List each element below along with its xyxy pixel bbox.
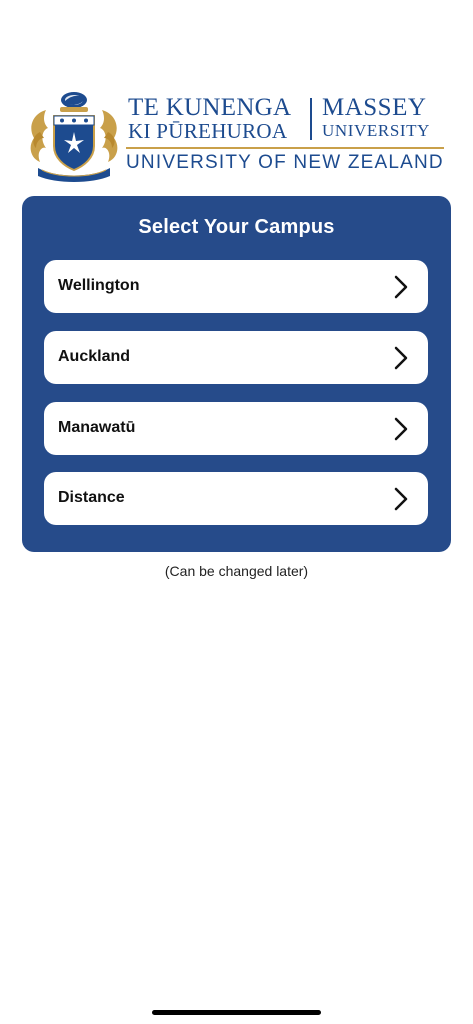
chevron-right-icon [394, 487, 408, 511]
change-later-note: (Can be changed later) [164, 563, 309, 579]
campus-option-distance[interactable]: Distance [44, 472, 428, 525]
chevron-right-icon [394, 275, 408, 299]
maori-name-line-1: TE KUNENGA [128, 94, 292, 121]
campus-option-manawatu[interactable]: Manawatū [44, 402, 428, 455]
english-name-line-1: MASSEY [322, 94, 427, 121]
home-indicator[interactable] [152, 1010, 321, 1015]
campus-option-label: Wellington [58, 277, 140, 294]
university-crest-icon [30, 92, 118, 182]
university-subtitle: UNIVERSITY OF NEW ZEALAND [126, 152, 444, 173]
campus-option-label: Auckland [58, 348, 131, 365]
campus-select-title: Select Your Campus [138, 216, 335, 238]
wordmark-divider [310, 98, 312, 140]
wordmark: TE KUNENGA KI PŪREHUROA MASSEY UNIVERSIT… [126, 88, 448, 184]
campus-select-card: Select Your Campus Wellington Auckland M… [22, 196, 451, 552]
campus-option-wellington[interactable]: Wellington [44, 260, 428, 313]
chevron-right-icon [394, 417, 408, 441]
wordmark-rule [126, 147, 444, 149]
english-name-line-2: UNIVERSITY [322, 121, 430, 140]
campus-option-label: Manawatū [58, 419, 136, 436]
campus-option-label: Distance [58, 489, 125, 506]
campus-option-auckland[interactable]: Auckland [44, 331, 428, 384]
maori-name-line-2: KI PŪREHUROA [128, 119, 288, 143]
chevron-right-icon [394, 346, 408, 370]
massey-university-logo: TE KUNENGA KI PŪREHUROA MASSEY UNIVERSIT… [26, 88, 448, 184]
